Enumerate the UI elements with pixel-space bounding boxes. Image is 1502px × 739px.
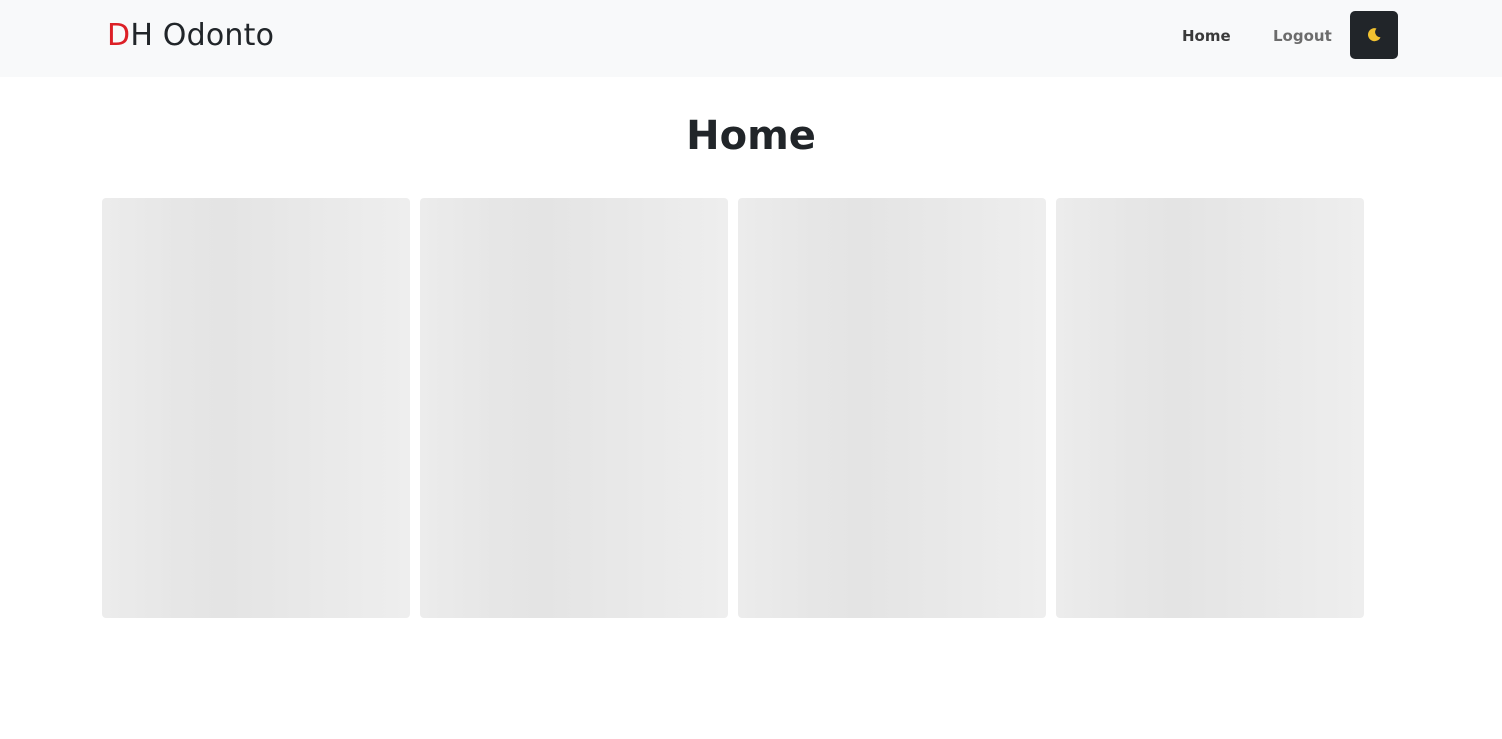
card-skeleton	[738, 198, 1046, 618]
brand-accent-letter: D	[107, 18, 131, 53]
card-skeleton	[1056, 198, 1364, 618]
nav-home-link[interactable]: Home	[1182, 25, 1231, 47]
card-skeleton	[102, 198, 410, 618]
navbar: DH Odonto Home Logout	[0, 0, 1502, 77]
card-skeleton	[420, 198, 728, 618]
page-title: Home	[686, 113, 816, 159]
brand-name: H Odonto	[130, 18, 275, 53]
brand-logo[interactable]: DH Odonto	[107, 18, 274, 54]
nav-logout-link[interactable]: Logout	[1273, 25, 1332, 47]
moon-icon	[1366, 27, 1382, 43]
theme-toggle-button[interactable]	[1350, 11, 1398, 59]
